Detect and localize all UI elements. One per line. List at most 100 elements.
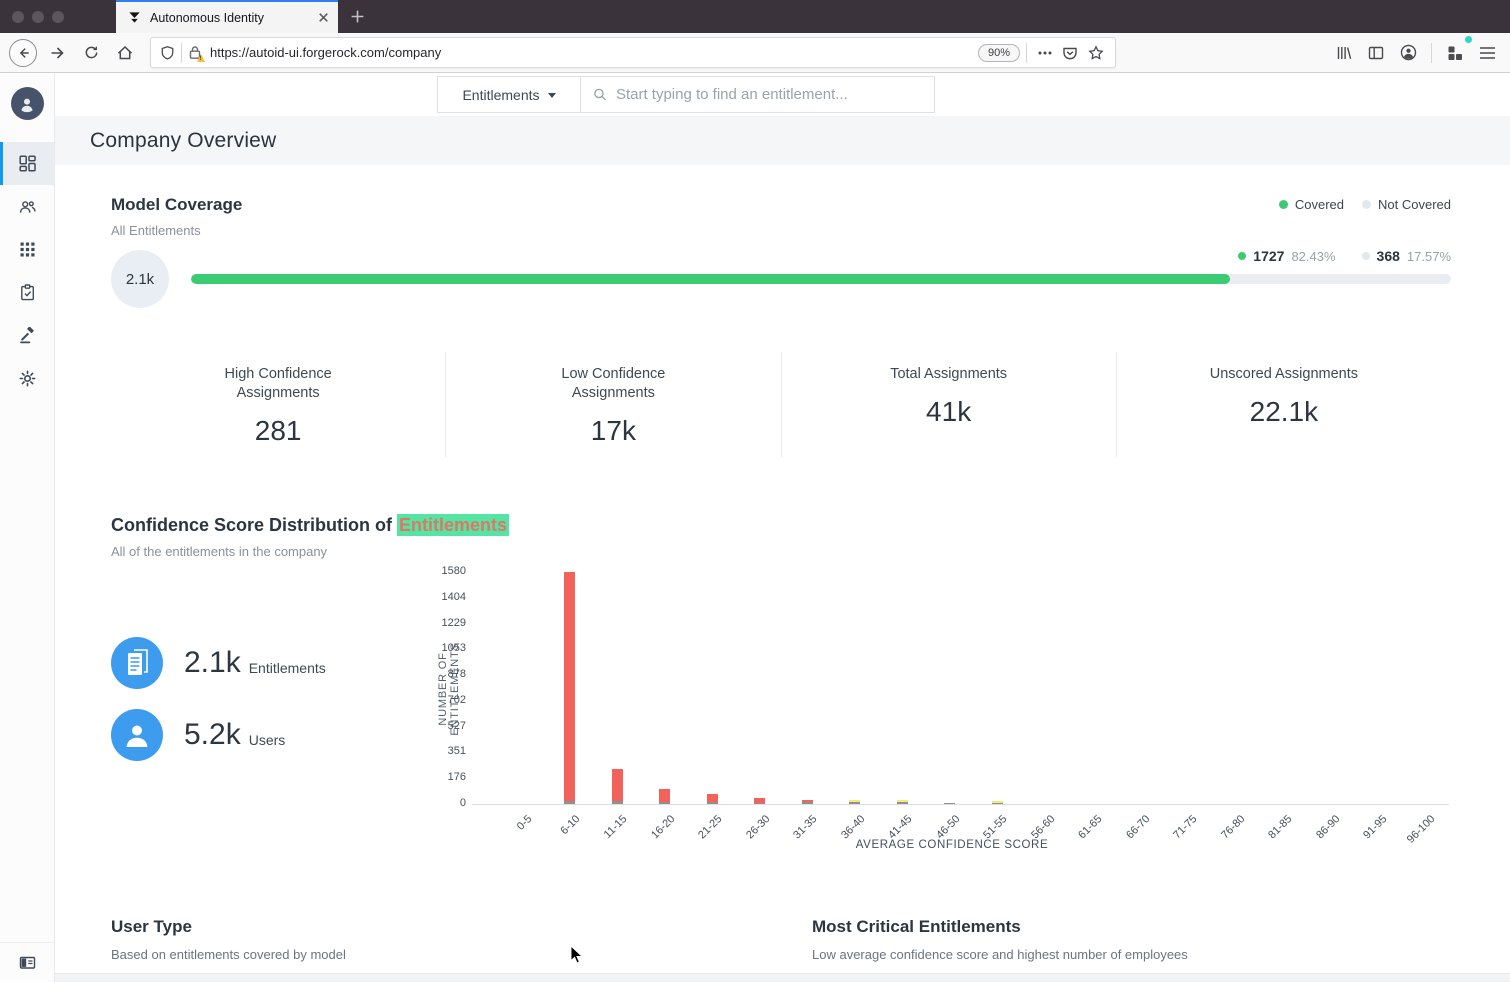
bottom-section-subtitle: Based on entitlements covered by model [111,947,346,962]
chart-x-axis-line [472,804,1449,805]
y-tick-label: 702 [447,693,466,706]
stat-column: Unscored Assignments 22.1k [1115,352,1451,457]
window-close-button[interactable] [12,10,24,23]
account-icon [1400,44,1416,61]
certifications-icon [20,284,34,301]
lock-warning-icon[interactable] [188,45,205,62]
refresh-icon [85,46,97,59]
sidebar-toggle-icon [1368,46,1384,59]
dashboard-icon [18,155,36,172]
forgerock-favicon [129,12,140,23]
stat-value: 41k [926,396,972,427]
sidebar-item-applications[interactable] [0,228,54,271]
covered-dot-icon [1238,252,1247,260]
coverage-legend: Covered Not Covered [1278,197,1451,212]
user-avatar[interactable] [10,87,44,120]
users-stat: 5.2k Users [111,709,436,761]
entity-type-dropdown[interactable]: Entitlements [437,76,581,113]
sidebar-item-settings[interactable] [0,357,54,400]
tab-close-icon[interactable] [317,11,330,24]
bar-segment [659,789,670,802]
bottom-section-most-critical-entitlements: Most Critical Entitlements Low average c… [812,917,1188,962]
coverage-progress-fill [191,274,1230,284]
chart-bar-46-50 [944,803,955,804]
search-icon [594,88,607,101]
chart-bar-16-20 [659,789,670,804]
stat-label: Total Assignments [890,366,1008,382]
tab-bar: Autonomous Identity [0,0,1510,33]
url-bar[interactable]: https://autoid-ui.forgerock.com/company … [150,37,1116,68]
coverage-counts: 1727 82.43% 368 17.57% [1238,248,1451,264]
bar-segment [659,801,670,804]
legend-dot-icon [1278,200,1288,209]
y-tick-label: 176 [447,771,466,784]
page-header: Company Overview [55,116,1510,165]
browser-tab[interactable]: Autonomous Identity [116,0,338,33]
bar-segment [944,803,955,804]
app-sidebar [0,73,55,982]
account-button[interactable] [1393,38,1423,68]
legend-item: Not Covered [1362,197,1451,212]
entitlements-label: Entitlements [248,660,326,676]
search-input[interactable] [615,86,922,103]
bookmark-button[interactable] [1083,38,1109,68]
refresh-button[interactable] [76,38,106,68]
new-tab-icon [351,10,364,23]
stat-value: 281 [254,415,302,446]
window-controls [0,0,76,33]
y-tick-label: 1580 [441,565,466,577]
bar-segment [706,793,718,803]
shield-icon[interactable] [160,45,175,61]
zoom-level-badge[interactable]: 90% [977,43,1020,62]
pocket-button[interactable] [1057,38,1083,68]
bar-segment [849,802,860,804]
legend-item: Covered [1278,197,1344,212]
bar-segment [801,802,813,804]
new-tab-button[interactable] [338,0,377,33]
library-button[interactable] [1329,38,1359,68]
bar-segment [706,802,718,804]
highlighted-entitlements: Entitlements [397,514,510,536]
home-icon [117,45,133,59]
bar-segment [611,768,623,802]
url-text: https://autoid-ui.forgerock.com/company [210,45,442,60]
sidebar-item-users[interactable] [0,185,54,228]
back-button[interactable] [8,38,38,68]
bar-segment [754,802,765,804]
extensions-button[interactable] [1440,35,1472,68]
y-tick-label: 527 [447,719,466,732]
extensions-icon [1448,46,1462,60]
bottom-section-user-type: User Type Based on entitlements covered … [111,917,812,962]
users-icon [19,200,36,213]
sidebars-button[interactable] [1361,38,1391,68]
confidence-bar-chart: NUMBER OF ENTITLEMENTS AVERAGE CONFIDENC… [436,559,1451,859]
model-coverage-section: Model Coverage All Entitlements Covered N… [111,195,1451,308]
bar-segment [564,572,575,802]
sidebar-item-rules[interactable] [0,314,54,357]
sidebar-item-certifications[interactable] [0,271,54,314]
y-tick-label: 1053 [441,642,466,655]
model-coverage-title: Model Coverage [111,195,243,214]
chart-bar-36-40 [849,799,860,804]
bar-segment [611,801,623,804]
more-options-button[interactable] [1033,38,1057,68]
avatar-person-icon [21,98,33,112]
stat-column: Total Assignments 41k [780,352,1116,457]
entitlements-count: 2.1k [184,646,241,679]
sidebar-item-dashboard[interactable] [0,142,54,185]
y-tick-label: 351 [447,745,466,758]
window-minimize-button[interactable] [32,10,44,23]
collapse-panel-button[interactable] [0,942,54,982]
legend-dot-icon [1362,200,1372,209]
users-label: Users [248,732,286,748]
bar-segment [564,801,575,804]
library-icon [1337,46,1352,59]
stat-value: 22.1k [1249,396,1319,427]
bookmark-star-icon [1088,44,1104,60]
entitlement-search[interactable] [581,76,935,113]
window-zoom-button[interactable] [52,10,64,23]
menu-button[interactable] [1472,38,1502,68]
forward-button[interactable] [42,38,72,68]
home-button[interactable] [110,38,140,68]
users-count: 5.2k [184,718,241,751]
